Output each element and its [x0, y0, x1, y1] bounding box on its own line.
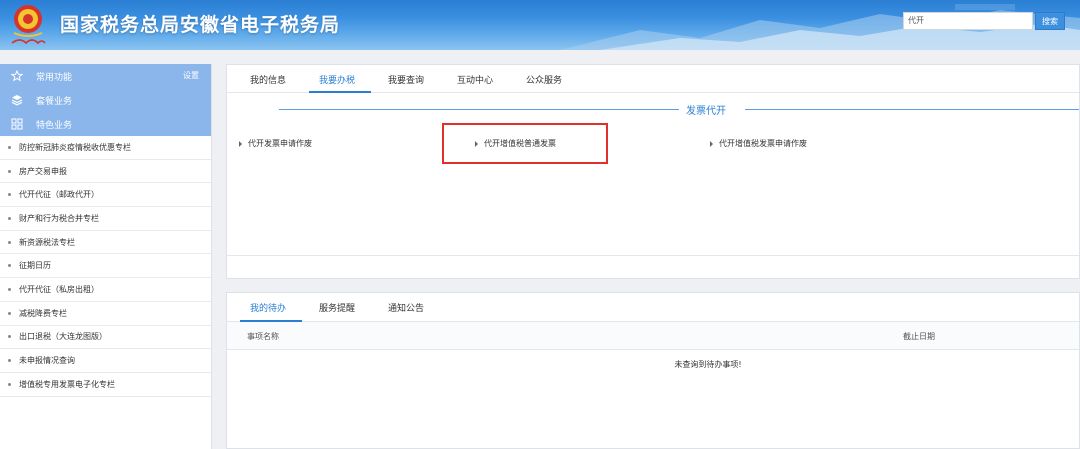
sidebar-item-common[interactable]: 常用功能: [0, 64, 211, 88]
active-tab-indicator: [309, 91, 371, 93]
sidebar-item-label: 减税降费专栏: [19, 308, 67, 318]
site-header: 国家税务总局安徽省电子税务局 代开 搜索: [0, 0, 1080, 50]
tab-my-info[interactable]: 我的信息: [250, 73, 286, 86]
bullet-icon: [8, 382, 11, 386]
sidebar-item-label: 新资源税法专栏: [19, 237, 75, 247]
todo-panel: 我的待办 服务提醒 通知公告 事项名称 截止日期 未查询到待办事项!: [226, 292, 1080, 449]
link-label: 代开发票申请作废: [248, 139, 312, 148]
tab-interaction[interactable]: 互动中心: [457, 73, 493, 86]
sidebar-item-label: 征期日历: [19, 261, 51, 271]
search-input[interactable]: 代开: [903, 12, 1033, 30]
bullet-icon: [8, 311, 11, 315]
sidebar-top-label: 套餐业务: [36, 96, 73, 107]
sidebar-item-label: 代开代征（邮政代开）: [19, 190, 99, 200]
todo-tabs: 我的待办 服务提醒 通知公告: [227, 293, 1079, 322]
bullet-icon: [8, 240, 11, 244]
sidebar-top-label: 常用功能: [36, 72, 73, 83]
sidebar-item-tax-reduction[interactable]: 减税降费专栏: [0, 302, 211, 326]
sidebar-item-tax-calendar[interactable]: 征期日历: [0, 254, 211, 279]
sidebar-item-label: 财产和行为税合并专栏: [19, 213, 99, 223]
sidebar-top-menu: 设置 常用功能 套餐业务 特色业务: [0, 64, 211, 136]
package-icon: [10, 93, 24, 107]
link-invoice-void[interactable]: 代开发票申请作废: [239, 138, 312, 149]
sidebar-item-epidemic-tax[interactable]: 防控新冠肺炎疫情税收优惠专栏: [0, 136, 211, 160]
search-button[interactable]: 搜索: [1035, 12, 1065, 30]
sidebar-item-private-rental[interactable]: 代开代征（私房出租）: [0, 278, 211, 302]
bullet-icon: [8, 193, 11, 197]
sidebar-item-export-refund[interactable]: 出口退税（大连龙图版）: [0, 326, 211, 350]
main-panel: 我的信息 我要办税 我要查询 互动中心 公众服务 发票代开 代开发票申请作废 代…: [226, 64, 1080, 279]
column-header-item: 事项名称: [247, 332, 279, 341]
section-title: 发票代开: [686, 106, 726, 117]
bullet-icon: [8, 216, 11, 220]
sidebar-item-label: 增值税专用发票电子化专栏: [19, 379, 115, 389]
section-divider-left: [279, 109, 679, 110]
link-label: 代开增值税发票申请作废: [719, 139, 807, 148]
tab-notice[interactable]: 通知公告: [388, 301, 424, 314]
bullet-icon: [8, 169, 11, 173]
sidebar-item-property-behavior-tax[interactable]: 财产和行为税合并专栏: [0, 207, 211, 231]
sidebar-item-postal-agency[interactable]: 代开代征（邮政代开）: [0, 183, 211, 208]
table-header: 事项名称 截止日期: [227, 322, 1079, 350]
sidebar-item-label: 代开代征（私房出租）: [19, 284, 99, 294]
tab-public-service[interactable]: 公众服务: [526, 73, 562, 86]
sidebar-item-property-declare[interactable]: 房产交易申报: [0, 160, 211, 184]
tab-service-reminder[interactable]: 服务提醒: [319, 301, 355, 314]
main-tabs: 我的信息 我要办税 我要查询 互动中心 公众服务: [227, 65, 1079, 93]
section-divider-right: [745, 109, 1079, 110]
bullet-icon: [8, 287, 11, 291]
link-vat-invoice-void[interactable]: 代开增值税发票申请作废: [710, 138, 807, 149]
sidebar-item-featured[interactable]: 特色业务: [0, 112, 211, 136]
sidebar-item-package[interactable]: 套餐业务: [0, 88, 211, 112]
sidebar-item-label: 房产交易申报: [19, 166, 67, 176]
bullet-icon: [8, 145, 11, 149]
panel-footer-divider: [227, 255, 1079, 256]
tax-emblem-icon: [11, 5, 46, 45]
sidebar-item-vat-e-invoice[interactable]: 增值税专用发票电子化专栏: [0, 373, 211, 397]
caret-right-icon: [710, 140, 713, 147]
bullet-icon: [8, 335, 11, 339]
star-icon: [10, 69, 24, 83]
sidebar-top-label: 特色业务: [36, 120, 73, 131]
sidebar: 设置 常用功能 套餐业务 特色业务 防控新冠肺炎疫情税收优惠专栏 房产交易申报 …: [0, 64, 212, 449]
grid-icon: [10, 117, 24, 131]
bullet-icon: [8, 264, 11, 268]
highlight-box: [442, 123, 608, 164]
caret-right-icon: [239, 140, 242, 147]
site-title: 国家税务总局安徽省电子税务局: [60, 14, 341, 36]
sidebar-item-label: 防控新冠肺炎疫情税收优惠专栏: [19, 142, 131, 152]
column-header-deadline: 截止日期: [903, 332, 935, 341]
tab-query[interactable]: 我要查询: [388, 73, 424, 86]
sidebar-item-resource-tax[interactable]: 新资源税法专栏: [0, 231, 211, 255]
settings-link[interactable]: 设置: [183, 70, 199, 81]
sidebar-item-undeclared-query[interactable]: 未申报情况查询: [0, 349, 211, 373]
sidebar-item-label: 未申报情况查询: [19, 356, 75, 366]
bullet-icon: [8, 359, 11, 363]
tab-my-todo[interactable]: 我的待办: [250, 301, 286, 314]
sidebar-item-label: 出口退税（大连龙图版）: [19, 332, 107, 342]
empty-message: 未查询到待办事项!: [674, 360, 742, 369]
tab-handle-tax[interactable]: 我要办税: [319, 73, 355, 86]
